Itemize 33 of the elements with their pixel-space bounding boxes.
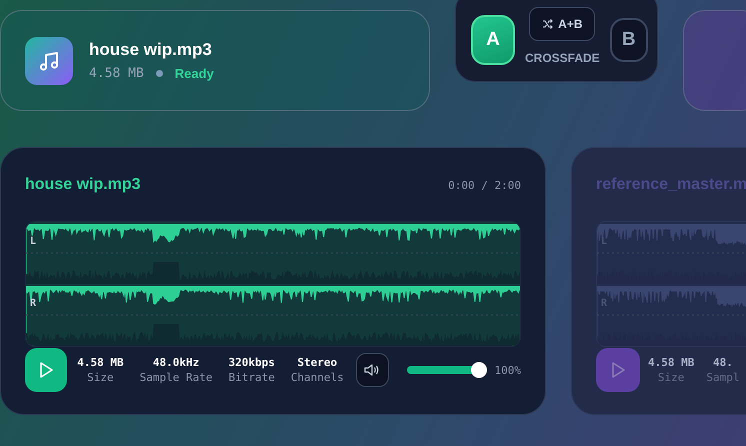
track-title: reference_master.m bbox=[596, 176, 746, 194]
play-icon bbox=[609, 361, 627, 379]
status-text: Ready bbox=[174, 66, 214, 81]
time-readout: 0:00 / 2:00 bbox=[448, 178, 521, 192]
track-title: house wip.mp3 bbox=[25, 176, 141, 194]
music-note-icon bbox=[25, 36, 73, 84]
channel-label: L bbox=[30, 236, 36, 247]
crossfade-button[interactable]: A+B bbox=[529, 7, 596, 41]
stat-label: Bitrate bbox=[228, 371, 275, 384]
stat-value: Stereo bbox=[297, 356, 338, 369]
channel-label: R bbox=[30, 298, 36, 309]
stat-label: Channels bbox=[290, 371, 344, 384]
stat-value: 320kbps bbox=[228, 356, 275, 369]
stat-value: 48. bbox=[712, 356, 733, 369]
stat-label: Size bbox=[87, 371, 114, 384]
play-icon bbox=[37, 361, 56, 379]
stat-value: 4.58 MB bbox=[77, 356, 124, 369]
stat-value: 48.0kHz bbox=[152, 356, 200, 369]
file-name: house wip.mp3 bbox=[89, 40, 213, 60]
status-dot bbox=[156, 70, 163, 77]
slider-thumb[interactable] bbox=[470, 362, 486, 378]
file-size: 4.58 MB bbox=[89, 66, 144, 81]
speaker-icon bbox=[364, 363, 380, 377]
stat-label: Sample Rate bbox=[140, 371, 212, 384]
volume-reading: 100% bbox=[494, 364, 521, 376]
stat-label: Size bbox=[658, 371, 684, 384]
shuffle-icon bbox=[542, 19, 554, 29]
stat-label: Sampl bbox=[706, 371, 740, 384]
crossfade-caption: CROSSFADE bbox=[525, 51, 600, 65]
volume-button[interactable] bbox=[356, 353, 388, 387]
deck-select-button[interactable]: B bbox=[610, 18, 648, 62]
play-button[interactable] bbox=[25, 348, 68, 392]
stat-value: 4.58 MB bbox=[648, 356, 694, 369]
